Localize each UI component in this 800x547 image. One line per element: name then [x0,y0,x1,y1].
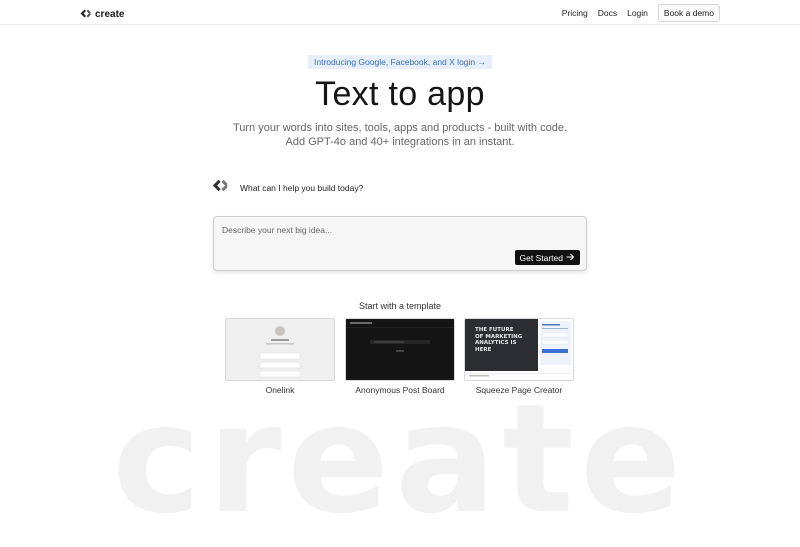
hero-subtitle: Turn your words into sites, tools, apps … [0,121,800,149]
template-label: Onelink [265,385,295,395]
template-thumbnail-squeeze-page-creator: THE FUTURE OF MARKETING ANALYTICS IS HER… [464,318,574,381]
hero-subtitle-line-2: Add GPT-4o and 40+ integrations in an in… [285,136,515,148]
assistant-prompt-row: What can I help you build today? [212,179,363,197]
template-card-anonymous-post-board[interactable]: Anonymous Post Board [345,318,455,395]
template-card-squeeze-page-creator[interactable]: THE FUTURE OF MARKETING ANALYTICS IS HER… [464,318,574,395]
assistant-question: What can I help you build today? [240,183,364,193]
create-logo-icon [80,5,91,23]
prompt-box: Get Started [213,216,587,271]
template-card-onelink[interactable]: Onelink [225,318,335,395]
idea-input[interactable] [222,225,522,235]
templates-heading: Start with a template [358,301,442,311]
assistant-avatar-icon [212,179,228,197]
nav-pricing-link[interactable]: Pricing [562,8,588,18]
template-thumbnail-onelink [225,318,335,381]
hero-title: Text to app [315,75,485,113]
brand-logo[interactable]: create [80,5,124,23]
arrow-right-icon [566,253,575,263]
nav-docs-link[interactable]: Docs [598,8,617,18]
book-demo-button[interactable]: Book a demo [657,4,720,22]
get-started-button[interactable]: Get Started [514,250,580,265]
brand-watermark: create [112,373,688,547]
nav-login-link[interactable]: Login [627,8,648,18]
main-nav: Pricing Docs Login Book a demo [562,4,720,22]
brand-name: create [95,8,125,20]
template-label: Anonymous Post Board [355,385,445,395]
template-thumbnail-anonymous-post-board [345,318,455,381]
template-label: Squeeze Page Creator [475,385,563,395]
top-navigation-bar: create Pricing Docs Login Book a demo [0,0,800,25]
announcement-banner[interactable]: Introducing Google, Facebook, and X logi… [308,55,492,69]
get-started-label: Get Started [519,252,563,263]
hero-subtitle-line-1: Turn your words into sites, tools, apps … [232,122,568,134]
